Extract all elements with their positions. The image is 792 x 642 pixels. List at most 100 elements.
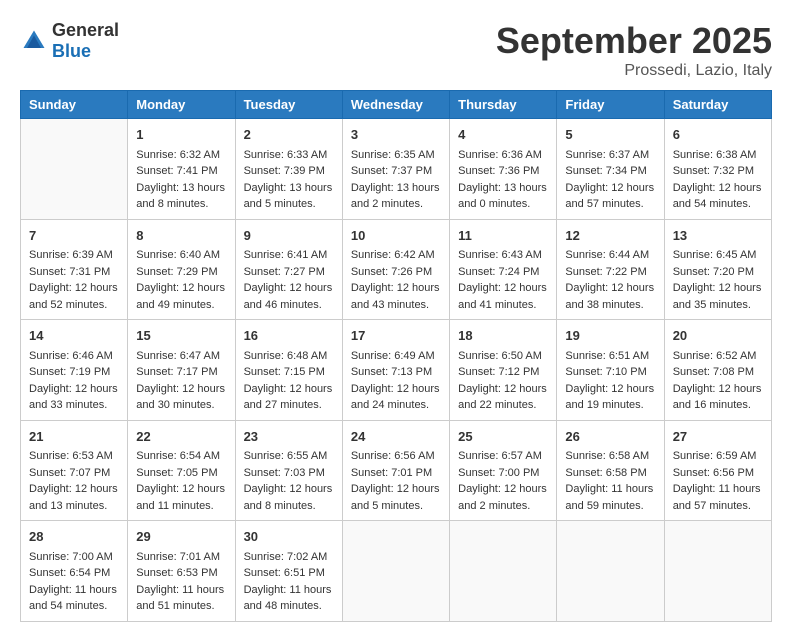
- calendar-body: 1 Sunrise: 6:32 AM Sunset: 7:41 PM Dayli…: [21, 119, 772, 622]
- sunset-text: Sunset: 6:54 PM: [29, 567, 110, 579]
- sunset-text: Sunset: 7:10 PM: [565, 366, 646, 378]
- sunset-text: Sunset: 7:24 PM: [458, 266, 539, 278]
- sunset-text: Sunset: 7:31 PM: [29, 266, 110, 278]
- day-number: 3: [351, 125, 441, 145]
- calendar-cell: 19 Sunrise: 6:51 AM Sunset: 7:10 PM Dayl…: [557, 320, 664, 421]
- sunrise-text: Sunrise: 6:38 AM: [673, 149, 757, 161]
- calendar-cell: 29 Sunrise: 7:01 AM Sunset: 6:53 PM Dayl…: [128, 521, 235, 622]
- weekday-header: Tuesday: [235, 91, 342, 119]
- sunrise-text: Sunrise: 6:52 AM: [673, 350, 757, 362]
- day-number: 24: [351, 427, 441, 447]
- daylight-text: Daylight: 12 hours and 41 minutes.: [458, 282, 547, 311]
- day-number: 15: [136, 326, 226, 346]
- sunrise-text: Sunrise: 6:59 AM: [673, 450, 757, 462]
- calendar-cell: 17 Sunrise: 6:49 AM Sunset: 7:13 PM Dayl…: [342, 320, 449, 421]
- calendar-cell: 4 Sunrise: 6:36 AM Sunset: 7:36 PM Dayli…: [450, 119, 557, 220]
- calendar-header-row: SundayMondayTuesdayWednesdayThursdayFrid…: [21, 91, 772, 119]
- weekday-header: Saturday: [664, 91, 771, 119]
- daylight-text: Daylight: 11 hours and 59 minutes.: [565, 483, 653, 512]
- sunset-text: Sunset: 7:26 PM: [351, 266, 432, 278]
- calendar-cell: 6 Sunrise: 6:38 AM Sunset: 7:32 PM Dayli…: [664, 119, 771, 220]
- daylight-text: Daylight: 12 hours and 54 minutes.: [673, 182, 762, 211]
- logo-blue: Blue: [52, 41, 91, 61]
- day-number: 23: [244, 427, 334, 447]
- calendar-cell: 25 Sunrise: 6:57 AM Sunset: 7:00 PM Dayl…: [450, 420, 557, 521]
- sunrise-text: Sunrise: 6:48 AM: [244, 350, 328, 362]
- sunrise-text: Sunrise: 6:55 AM: [244, 450, 328, 462]
- calendar-cell: [664, 521, 771, 622]
- sunset-text: Sunset: 6:56 PM: [673, 467, 754, 479]
- daylight-text: Daylight: 12 hours and 57 minutes.: [565, 182, 654, 211]
- sunrise-text: Sunrise: 6:57 AM: [458, 450, 542, 462]
- sunrise-text: Sunrise: 7:01 AM: [136, 551, 220, 563]
- sunrise-text: Sunrise: 6:40 AM: [136, 249, 220, 261]
- weekday-header: Friday: [557, 91, 664, 119]
- sunrise-text: Sunrise: 6:39 AM: [29, 249, 113, 261]
- sunset-text: Sunset: 7:08 PM: [673, 366, 754, 378]
- logo: General Blue: [20, 20, 119, 62]
- calendar-cell: 23 Sunrise: 6:55 AM Sunset: 7:03 PM Dayl…: [235, 420, 342, 521]
- calendar-cell: 13 Sunrise: 6:45 AM Sunset: 7:20 PM Dayl…: [664, 219, 771, 320]
- sunset-text: Sunset: 7:12 PM: [458, 366, 539, 378]
- daylight-text: Daylight: 11 hours and 57 minutes.: [673, 483, 761, 512]
- sunset-text: Sunset: 7:19 PM: [29, 366, 110, 378]
- daylight-text: Daylight: 11 hours and 48 minutes.: [244, 584, 332, 613]
- sunset-text: Sunset: 6:51 PM: [244, 567, 325, 579]
- day-number: 13: [673, 226, 763, 246]
- sunset-text: Sunset: 7:13 PM: [351, 366, 432, 378]
- calendar-week-row: 7 Sunrise: 6:39 AM Sunset: 7:31 PM Dayli…: [21, 219, 772, 320]
- sunset-text: Sunset: 6:58 PM: [565, 467, 646, 479]
- day-number: 7: [29, 226, 119, 246]
- calendar-cell: 27 Sunrise: 6:59 AM Sunset: 6:56 PM Dayl…: [664, 420, 771, 521]
- daylight-text: Daylight: 12 hours and 8 minutes.: [244, 483, 333, 512]
- daylight-text: Daylight: 12 hours and 52 minutes.: [29, 282, 118, 311]
- daylight-text: Daylight: 12 hours and 5 minutes.: [351, 483, 440, 512]
- weekday-header: Thursday: [450, 91, 557, 119]
- daylight-text: Daylight: 12 hours and 27 minutes.: [244, 383, 333, 412]
- title-section: September 2025 Prossedi, Lazio, Italy: [496, 20, 772, 80]
- calendar-cell: 14 Sunrise: 6:46 AM Sunset: 7:19 PM Dayl…: [21, 320, 128, 421]
- day-number: 25: [458, 427, 548, 447]
- daylight-text: Daylight: 12 hours and 49 minutes.: [136, 282, 225, 311]
- calendar-cell: 1 Sunrise: 6:32 AM Sunset: 7:41 PM Dayli…: [128, 119, 235, 220]
- sunrise-text: Sunrise: 6:32 AM: [136, 149, 220, 161]
- calendar-cell: [450, 521, 557, 622]
- day-number: 19: [565, 326, 655, 346]
- sunrise-text: Sunrise: 7:00 AM: [29, 551, 113, 563]
- sunset-text: Sunset: 7:22 PM: [565, 266, 646, 278]
- daylight-text: Daylight: 12 hours and 13 minutes.: [29, 483, 118, 512]
- day-number: 27: [673, 427, 763, 447]
- calendar-cell: 15 Sunrise: 6:47 AM Sunset: 7:17 PM Dayl…: [128, 320, 235, 421]
- sunrise-text: Sunrise: 6:35 AM: [351, 149, 435, 161]
- calendar-cell: [557, 521, 664, 622]
- calendar-cell: 16 Sunrise: 6:48 AM Sunset: 7:15 PM Dayl…: [235, 320, 342, 421]
- calendar-cell: 26 Sunrise: 6:58 AM Sunset: 6:58 PM Dayl…: [557, 420, 664, 521]
- calendar-cell: [342, 521, 449, 622]
- sunrise-text: Sunrise: 6:53 AM: [29, 450, 113, 462]
- daylight-text: Daylight: 11 hours and 54 minutes.: [29, 584, 117, 613]
- sunset-text: Sunset: 7:37 PM: [351, 165, 432, 177]
- day-number: 28: [29, 527, 119, 547]
- day-number: 12: [565, 226, 655, 246]
- calendar-cell: 28 Sunrise: 7:00 AM Sunset: 6:54 PM Dayl…: [21, 521, 128, 622]
- sunset-text: Sunset: 7:34 PM: [565, 165, 646, 177]
- sunset-text: Sunset: 7:07 PM: [29, 467, 110, 479]
- weekday-header: Wednesday: [342, 91, 449, 119]
- daylight-text: Daylight: 12 hours and 35 minutes.: [673, 282, 762, 311]
- weekday-header: Monday: [128, 91, 235, 119]
- sunset-text: Sunset: 7:36 PM: [458, 165, 539, 177]
- calendar-cell: 3 Sunrise: 6:35 AM Sunset: 7:37 PM Dayli…: [342, 119, 449, 220]
- calendar-cell: 9 Sunrise: 6:41 AM Sunset: 7:27 PM Dayli…: [235, 219, 342, 320]
- sunrise-text: Sunrise: 6:45 AM: [673, 249, 757, 261]
- logo-icon: [20, 27, 48, 55]
- sunset-text: Sunset: 7:32 PM: [673, 165, 754, 177]
- calendar-cell: 8 Sunrise: 6:40 AM Sunset: 7:29 PM Dayli…: [128, 219, 235, 320]
- sunset-text: Sunset: 7:00 PM: [458, 467, 539, 479]
- calendar-week-row: 28 Sunrise: 7:00 AM Sunset: 6:54 PM Dayl…: [21, 521, 772, 622]
- sunrise-text: Sunrise: 6:42 AM: [351, 249, 435, 261]
- calendar-cell: 22 Sunrise: 6:54 AM Sunset: 7:05 PM Dayl…: [128, 420, 235, 521]
- sunrise-text: Sunrise: 7:02 AM: [244, 551, 328, 563]
- calendar-cell: 21 Sunrise: 6:53 AM Sunset: 7:07 PM Dayl…: [21, 420, 128, 521]
- calendar-table: SundayMondayTuesdayWednesdayThursdayFrid…: [20, 90, 772, 622]
- day-number: 26: [565, 427, 655, 447]
